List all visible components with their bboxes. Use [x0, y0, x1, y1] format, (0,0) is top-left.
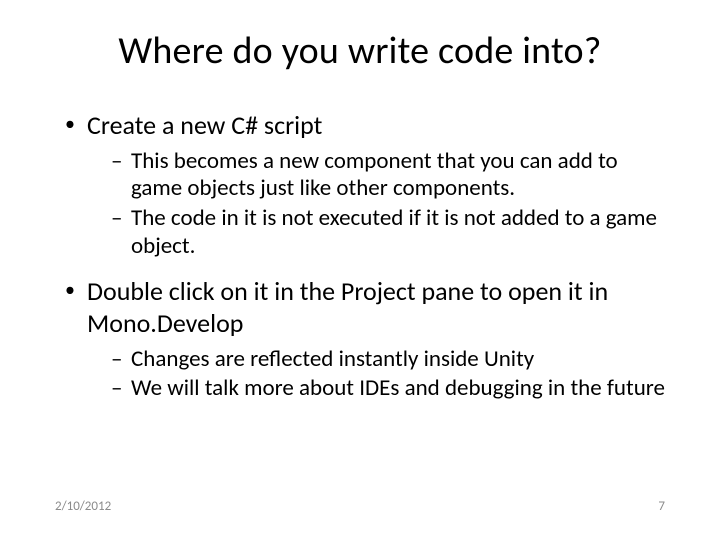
bullet-dash-icon: – — [111, 375, 131, 403]
bullet-level2: – Changes are reflected instantly inside… — [111, 346, 665, 374]
bullet-level2: – This becomes a new component that you … — [111, 148, 665, 203]
bullet-level2: – The code in it is not executed if it i… — [111, 205, 665, 260]
slide-body: • Create a new C# script – This becomes … — [55, 110, 665, 403]
bullet-text: Create a new C# script — [87, 110, 322, 142]
bullet-subgroup: – Changes are reflected instantly inside… — [65, 346, 665, 403]
slide-footer: 2/10/2012 7 — [55, 499, 665, 514]
bullet-text: Changes are reflected instantly inside U… — [131, 346, 534, 374]
bullet-level1: • Create a new C# script — [65, 110, 665, 142]
footer-page-number: 7 — [658, 499, 665, 514]
bullet-level1: • Double click on it in the Project pane… — [65, 276, 665, 339]
bullet-dash-icon: – — [111, 346, 131, 374]
footer-date: 2/10/2012 — [55, 499, 111, 514]
bullet-dot-icon: • — [65, 110, 87, 136]
bullet-text: This becomes a new component that you ca… — [131, 148, 665, 203]
bullet-dot-icon: • — [65, 276, 87, 302]
bullet-dash-icon: – — [111, 205, 131, 233]
bullet-dash-icon: – — [111, 148, 131, 176]
bullet-level2: – We will talk more about IDEs and debug… — [111, 375, 665, 403]
slide-title: Where do you write code into? — [55, 28, 665, 74]
bullet-text: Double click on it in the Project pane t… — [87, 276, 665, 339]
bullet-text: The code in it is not executed if it is … — [131, 205, 665, 260]
bullet-text: We will talk more about IDEs and debuggi… — [131, 375, 665, 403]
bullet-subgroup: – This becomes a new component that you … — [65, 148, 665, 260]
